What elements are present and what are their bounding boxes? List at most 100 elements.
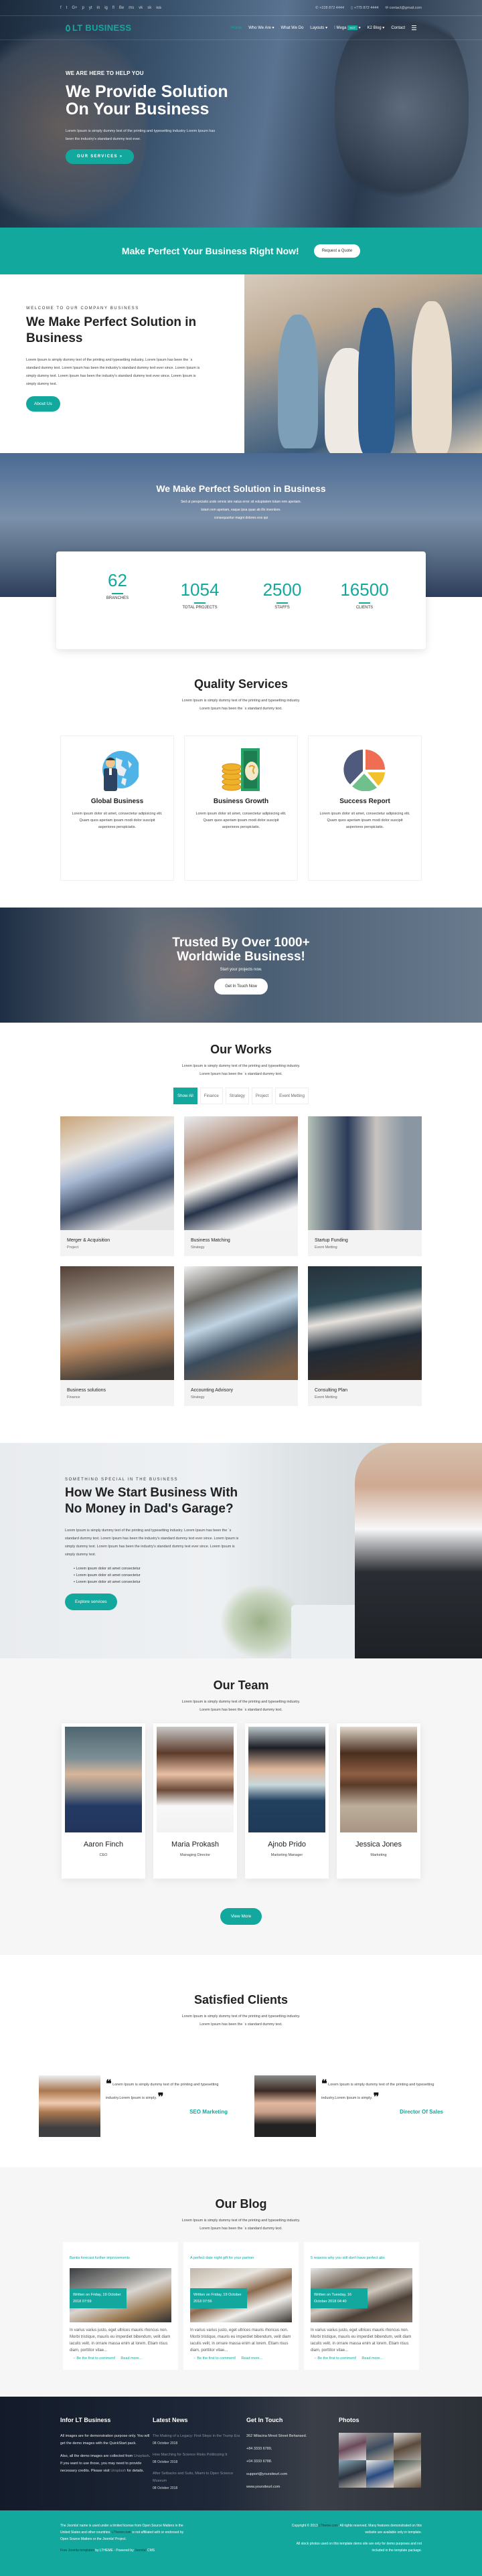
- nav-item-home[interactable]: Home: [231, 26, 242, 30]
- ltheme-link[interactable]: LTHEME: [100, 2549, 113, 2553]
- comment-link[interactable]: Be the first to comment!: [73, 2356, 115, 2360]
- free-joomla-templates-link[interactable]: Free Joomla templates: [60, 2549, 94, 2553]
- vk-icon[interactable]: vk: [139, 6, 143, 10]
- blog-post: Banks forecast further improvements Writ…: [63, 2242, 178, 2370]
- nav-item-contact[interactable]: Contact: [391, 26, 405, 30]
- explore-services-button[interactable]: Explore services: [65, 1594, 117, 1610]
- service-card[interactable]: Global Business Lorem ipsum dolor sit am…: [60, 736, 174, 881]
- view-more-button[interactable]: View More: [220, 1908, 262, 1925]
- unsplash-link[interactable]: Unsplash: [110, 2469, 126, 2473]
- nav-item-what-we-do[interactable]: What We Do: [281, 26, 304, 30]
- close-quote-icon: ❞: [157, 2091, 164, 2103]
- email[interactable]: ✉ contact@gmail.com: [385, 6, 422, 10]
- top-bar: f t G+ p yt in ig fl Be ms vk sk wa ✆ +2…: [0, 0, 482, 16]
- nav-item-who-we-are[interactable]: Who We Are ▾: [248, 25, 274, 30]
- linkedin-icon[interactable]: in: [97, 6, 100, 10]
- comment-link[interactable]: Be the first to comment!: [193, 2356, 236, 2360]
- photo-thumb[interactable]: [394, 2460, 421, 2488]
- photo-thumb[interactable]: [339, 2433, 366, 2460]
- stat-total-projects: 1054 TOTAL PROJECTS: [180, 580, 220, 610]
- filter-finance[interactable]: Finance: [199, 1088, 223, 1104]
- about-us-button[interactable]: About Us: [26, 396, 60, 412]
- behance-icon[interactable]: Be: [119, 6, 124, 10]
- skype-icon[interactable]: sk: [147, 6, 151, 10]
- pinterest-icon[interactable]: p: [82, 6, 84, 10]
- unsplash-link[interactable]: Unsplash: [134, 2454, 149, 2458]
- website-link[interactable]: www.yoursiteurl.com: [246, 2484, 339, 2491]
- stat-divider: [276, 602, 288, 604]
- youtube-icon[interactable]: yt: [89, 6, 92, 10]
- twitter-icon[interactable]: t: [66, 6, 68, 10]
- top-contacts: ✆ +228 872 4444 ▯ +775 872 4444 ✉ contac…: [315, 6, 422, 10]
- flickr-icon[interactable]: fl: [112, 6, 114, 10]
- post-title-link[interactable]: 5 reasons why you still don't have perfe…: [311, 2256, 385, 2260]
- work-item[interactable]: Accounting Advisory Strategy: [184, 1266, 298, 1406]
- facebook-icon[interactable]: f: [60, 6, 62, 10]
- nav-item-mega[interactable]: ⁞ Mega HOT ▾: [334, 25, 361, 30]
- photo-thumb[interactable]: [366, 2460, 394, 2488]
- testimonial: ❝ Lorem Ipsum is simply dummy text of th…: [39, 2075, 228, 2137]
- logo[interactable]: LT BUSINESS: [66, 23, 131, 33]
- team-row: Aaron Finch CEO Maria Prokash Managing D…: [0, 1723, 482, 1879]
- service-card[interactable]: Success Report Lorem ipsum dolor sit ame…: [308, 736, 422, 881]
- work-filters: Show All Finance Strategy Project Event …: [0, 1088, 482, 1104]
- work-item[interactable]: Business solutions Finance: [60, 1266, 174, 1406]
- post-date: Written on Friday, 19 October 2018 07:56: [190, 2288, 247, 2308]
- stat-clients: 16500 CLIENTS: [340, 580, 389, 610]
- news-link[interactable]: After Setbacks and Suits, Miami to Open …: [153, 2470, 246, 2485]
- request-quote-button[interactable]: Request a Quote: [313, 244, 361, 258]
- welcome-title: We Make Perfect Solution in Business: [26, 315, 197, 345]
- filter-strategy[interactable]: Strategy: [225, 1088, 249, 1104]
- photo-thumb[interactable]: [339, 2460, 366, 2488]
- ltheme-link[interactable]: LTheme.com: [319, 2524, 338, 2528]
- team-member-card[interactable]: Ajnob Prido Marketing Manager: [245, 1723, 329, 1879]
- email-link[interactable]: support@yoursiteurl.com: [246, 2471, 339, 2478]
- filter-project[interactable]: Project: [251, 1088, 273, 1104]
- get-in-touch-button[interactable]: Get In Touch Now: [214, 978, 268, 995]
- phone: +04 3333 6788.: [246, 2460, 272, 2464]
- whatsapp-icon[interactable]: wa: [156, 6, 161, 10]
- news-link[interactable]: How Marching for Science Risks Politiciz…: [153, 2452, 246, 2459]
- testimonial-quote: ❝ Lorem Ipsum is simply dummy text of th…: [321, 2078, 434, 2103]
- team-member-card[interactable]: Jessica Jones Marketing: [337, 1723, 420, 1879]
- instagram-icon[interactable]: ig: [104, 6, 108, 10]
- testimonial-quote: ❝ Lorem Ipsum is simply dummy text of th…: [106, 2078, 219, 2103]
- read-more-link[interactable]: Read more...: [362, 2356, 383, 2360]
- messenger-icon[interactable]: ms: [129, 6, 134, 10]
- money-growth-icon: [220, 748, 262, 791]
- work-item[interactable]: Startup Funding Event Metting: [308, 1116, 422, 1256]
- work-item[interactable]: Merger & Acquisition Project: [60, 1116, 174, 1256]
- news-link[interactable]: The Making of a Legacy: First Steps in t…: [153, 2433, 246, 2440]
- nav-item-layouts[interactable]: Layouts ▾: [310, 25, 327, 30]
- joomla-link[interactable]: Joomla!: [135, 2549, 147, 2553]
- google-plus-icon[interactable]: G+: [72, 6, 77, 10]
- photo-thumb[interactable]: [366, 2433, 394, 2460]
- comment-link[interactable]: Be the first to comment!: [314, 2356, 356, 2360]
- team-title: Our Team: [213, 1679, 269, 1692]
- main-nav: LT BUSINESS Home Who We Are ▾ What We Do…: [0, 16, 482, 40]
- clients-title: Satisfied Clients: [193, 1993, 289, 2006]
- read-more-link[interactable]: Read more...: [120, 2356, 142, 2360]
- ltheme-link[interactable]: LTheme.com: [112, 2530, 131, 2535]
- nav-item-k2-blog[interactable]: K2 Blog ▾: [368, 25, 385, 30]
- service-card[interactable]: Business Growth Lorem ipsum dolor sit am…: [184, 736, 298, 881]
- hamburger-menu-icon[interactable]: [412, 25, 416, 31]
- post-title-link[interactable]: Banks forecast further improvements: [70, 2256, 130, 2260]
- our-services-button[interactable]: OUR SERVICES »: [66, 149, 135, 164]
- member-photo: [248, 1727, 325, 1832]
- post-title-link[interactable]: A perfect date night gift for your partn…: [190, 2256, 254, 2260]
- clients-subtitle: Lorem Ipsum is simply dummy text of the …: [181, 2014, 301, 2027]
- footer-photos: Photos: [339, 2417, 431, 2510]
- filter-show-all[interactable]: Show All: [173, 1088, 197, 1104]
- trusted-title: Trusted By Over 1000+ Worldwide Business!: [172, 936, 310, 964]
- team-member-card[interactable]: Maria Prokash Managing Director: [153, 1723, 237, 1879]
- address: 262 Milacina Mrest Street Behansed.: [246, 2434, 307, 2438]
- team-member-card[interactable]: Aaron Finch CEO: [62, 1723, 145, 1879]
- garage-description: Lorem Ipsum is simply dummy text of the …: [65, 1529, 239, 1557]
- read-more-link[interactable]: Read more...: [241, 2356, 262, 2360]
- work-item[interactable]: Consulting Plan Event Metting: [308, 1266, 422, 1406]
- work-item[interactable]: Business Matching Strategy: [184, 1116, 298, 1256]
- filter-event-metting[interactable]: Event Metting: [275, 1088, 309, 1104]
- cta-title: Make Perfect Your Business Right Now!: [121, 246, 299, 256]
- photo-thumb[interactable]: [394, 2433, 421, 2460]
